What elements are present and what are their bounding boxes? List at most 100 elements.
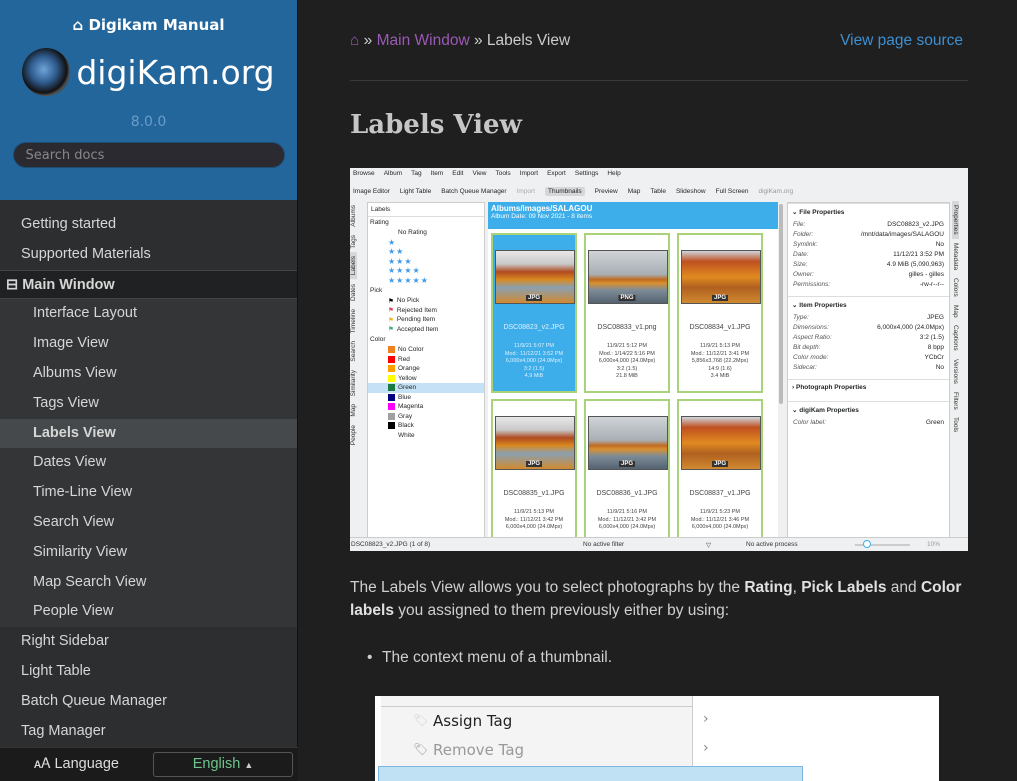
menu-tag[interactable]: Tag [411, 170, 421, 177]
menu-edit[interactable]: Edit [452, 170, 463, 177]
file-properties-header[interactable]: ⌄ File Properties [788, 203, 949, 220]
color-item[interactable]: No Color [368, 345, 484, 355]
menu-album[interactable]: Album [384, 170, 402, 177]
thumbnail-item[interactable]: PNG DSC08833_v1.png 11/9/21 5:12 PM Mod.: 1… [584, 233, 670, 393]
search-input[interactable]: Search docs [12, 142, 285, 168]
rating-1-stars[interactable]: ★ [368, 238, 484, 248]
menu-assign-labels-highlighted[interactable] [378, 766, 803, 781]
menu-help[interactable]: Help [607, 170, 620, 177]
breadcrumb-parent[interactable]: Main Window [377, 32, 470, 49]
left-tab-tags[interactable]: Tags [350, 231, 357, 253]
color-item[interactable]: Green [368, 383, 484, 393]
left-tab-people[interactable]: People [350, 421, 357, 449]
toolbar-batch-queue-manager[interactable]: Batch Queue Manager [441, 188, 506, 195]
toolbar-preview[interactable]: Preview [595, 188, 618, 195]
menu-assign-tag[interactable]: Assign Tag [433, 712, 512, 730]
right-tab-filters[interactable]: Filters [952, 388, 959, 414]
right-tab-captions[interactable]: Captions [952, 321, 959, 355]
left-tab-similarity[interactable]: Similarity [350, 366, 357, 400]
nav-item[interactable]: Map Search View [0, 567, 297, 598]
rating-3-stars[interactable]: ★★★ [368, 257, 484, 267]
photograph-properties-header[interactable]: › Photograph Properties [788, 379, 949, 395]
pick-item[interactable]: ⚑ Pending Item [368, 315, 484, 325]
color-item[interactable]: Red [368, 355, 484, 365]
thumbnail-item[interactable]: JPG DSC08835_v1.JPG 11/9/21 5:13 PM Mod.: 1… [491, 399, 577, 551]
right-tab-tools[interactable]: Tools [952, 413, 959, 436]
menu-view[interactable]: View [472, 170, 486, 177]
toolbar-full-screen[interactable]: Full Screen [716, 188, 749, 195]
color-item[interactable]: Gray [368, 412, 484, 422]
menu-browse[interactable]: Browse [353, 170, 375, 177]
thumbnail-item[interactable]: JPG DSC08836_v1.JPG 11/9/21 5:16 PM Mod.: 1… [584, 399, 670, 551]
left-tab-map[interactable]: Map [350, 400, 357, 421]
color-item[interactable]: Yellow [368, 374, 484, 384]
menu-settings[interactable]: Settings [575, 170, 599, 177]
nav-item[interactable]: People View [0, 597, 297, 628]
left-tab-labels[interactable]: Labels [350, 252, 357, 280]
right-tab-map[interactable]: Map [952, 301, 959, 322]
toolbar-table[interactable]: Table [650, 188, 666, 195]
language-select[interactable]: English ▲ [153, 752, 293, 777]
nav-item[interactable]: Labels View [0, 418, 297, 449]
color-item[interactable]: Blue [368, 393, 484, 403]
left-tab-dates[interactable]: Dates [350, 280, 357, 305]
left-tab-search[interactable]: Search [350, 337, 357, 366]
view-source-link[interactable]: View page source [840, 32, 963, 50]
item-properties-header[interactable]: ⌄ Item Properties [788, 296, 949, 313]
nav-item[interactable]: Light Table [0, 657, 297, 687]
manual-home-link[interactable]: ⌂ Digikam Manual [0, 16, 297, 34]
zoom-slider-handle[interactable] [863, 540, 872, 548]
nav-item[interactable]: Getting started [0, 210, 297, 240]
right-tab-versions[interactable]: Versions [952, 355, 959, 388]
menu-tools[interactable]: Tools [495, 170, 510, 177]
thumbnail-item[interactable]: JPG DSC08834_v1.JPG 11/9/21 5:13 PM Mod.: 1… [677, 233, 763, 393]
right-tab-properties[interactable]: Properties [952, 201, 959, 239]
nav-item[interactable]: ⊟ Main Window [0, 269, 297, 300]
nav-item[interactable]: Batch Queue Manager [0, 687, 297, 717]
menu-item[interactable]: Item [431, 170, 444, 177]
thumbnail-item[interactable]: JPG DSC08823_v2.JPG 11/9/21 5:07 PM Mod.: 1… [491, 233, 577, 393]
nav-item[interactable]: Tag Manager [0, 717, 297, 747]
pick-item[interactable]: ⚑ No Pick [368, 296, 484, 306]
thumbnail-scrollbar[interactable] [779, 204, 783, 404]
nav-item[interactable]: Albums View [0, 358, 297, 389]
left-tab-albums[interactable]: Albums [350, 201, 357, 231]
nav-item[interactable]: Time-Line View [0, 478, 297, 508]
nav-item[interactable]: Right Sidebar [0, 627, 297, 657]
menu-export[interactable]: Export [547, 170, 566, 177]
nav-item[interactable]: Interface Layout [0, 299, 297, 330]
rating-2-stars[interactable]: ★★ [368, 247, 484, 257]
pick-item[interactable]: ⚑ Rejected Item [368, 306, 484, 316]
nav-item[interactable]: Search View [0, 507, 297, 538]
right-tab-colors[interactable]: Colors [952, 274, 959, 301]
nav-item[interactable]: Tags View [0, 388, 297, 419]
nav-item[interactable]: Supported Materials [0, 240, 297, 270]
toolbar-map[interactable]: Map [628, 188, 641, 195]
toolbar-import[interactable]: Import [517, 188, 535, 195]
color-item[interactable]: Black [368, 421, 484, 431]
filter-icon[interactable]: ▽ [706, 541, 711, 549]
pick-item[interactable]: ⚑ Accepted Item [368, 325, 484, 335]
toolbar-light-table[interactable]: Light Table [400, 188, 431, 195]
menu-import[interactable]: Import [520, 170, 538, 177]
left-tab-timeline[interactable]: Timeline [350, 305, 357, 337]
color-item[interactable]: Orange [368, 364, 484, 374]
toolbar-image-editor[interactable]: Image Editor [353, 188, 390, 195]
breadcrumb-home-icon[interactable]: ⌂ [350, 32, 359, 49]
color-item[interactable]: Magenta [368, 402, 484, 412]
nav-item[interactable]: Dates View [0, 448, 297, 479]
right-tab-metadata[interactable]: Metadata [952, 239, 959, 274]
zoom-value[interactable]: 10% [927, 541, 940, 548]
thumbnail-item[interactable]: JPG DSC08837_v1.JPG 11/9/21 5:23 PM Mod.: 1… [677, 399, 763, 551]
rating-5-stars[interactable]: ★★★★★ [368, 276, 484, 286]
toolbar-slideshow[interactable]: Slideshow [676, 188, 706, 195]
rating-none[interactable]: No Rating [368, 228, 484, 238]
rating-4-stars[interactable]: ★★★★ [368, 266, 484, 276]
nav-item[interactable]: Similarity View [0, 537, 297, 568]
digikam-properties-header[interactable]: ⌄ digiKam Properties [788, 401, 949, 418]
nav-item[interactable]: Image View [0, 329, 297, 359]
site-logo[interactable]: digiKam.org [0, 48, 297, 96]
color-item[interactable]: White [368, 431, 484, 441]
toolbar-digikam-org[interactable]: digiKam.org [758, 188, 793, 195]
toolbar-thumbnails[interactable]: Thumbnails [545, 186, 585, 196]
